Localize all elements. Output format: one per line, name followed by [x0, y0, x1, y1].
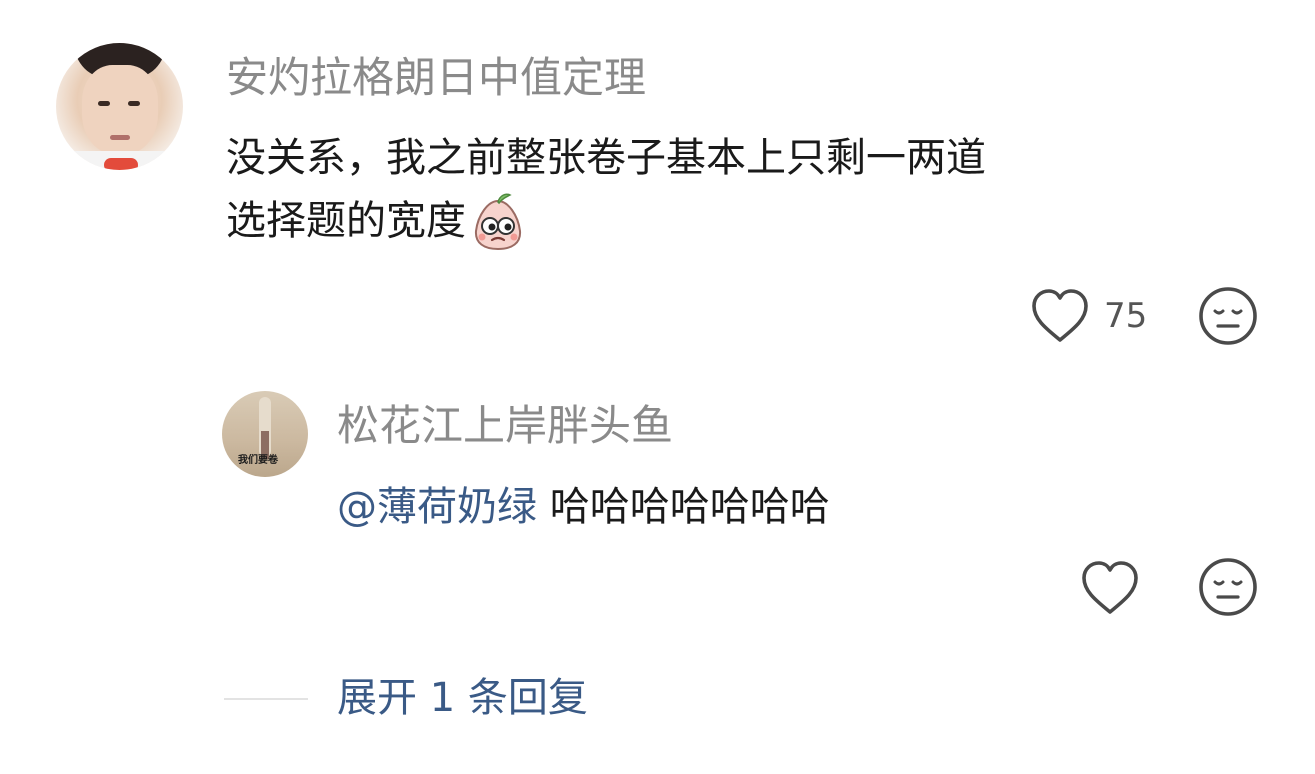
reply-react-button[interactable] — [1198, 557, 1258, 617]
heart-outline-icon — [1080, 560, 1140, 616]
comment-text: 没关系，我之前整张卷子基本上只剩一两道 选择题的宽度 — [226, 127, 1226, 253]
neutral-face-icon — [1198, 557, 1258, 617]
commenter-avatar[interactable] — [56, 43, 183, 170]
comment-text-line2-text: 选择题的宽度 — [226, 198, 466, 244]
reply-mention-link[interactable]: @薄荷奶绿 — [337, 484, 537, 530]
comment-text-line2: 选择题的宽度 — [226, 190, 1226, 253]
reply-username[interactable]: 松花江上岸胖头鱼 — [337, 400, 673, 452]
expand-replies-button[interactable]: 展开 1 条回复 — [337, 673, 588, 723]
heart-outline-icon — [1030, 288, 1090, 344]
neutral-face-icon — [1198, 286, 1258, 346]
reply-like-button[interactable] — [1080, 560, 1140, 616]
like-button[interactable] — [1030, 288, 1090, 344]
commenter-username[interactable]: 安灼拉格朗日中值定理 — [226, 52, 646, 104]
like-count: 75 — [1104, 296, 1148, 336]
reply-text: @薄荷奶绿 哈哈哈哈哈哈哈 — [337, 476, 830, 539]
expand-divider — [224, 698, 308, 700]
react-button[interactable] — [1198, 286, 1258, 346]
reply-body: 哈哈哈哈哈哈哈 — [549, 484, 830, 530]
reply-avatar-caption: 我们要卷 — [238, 455, 278, 466]
reply-avatar[interactable]: 我们要卷 — [222, 391, 308, 477]
peach-face-emoji-icon — [468, 193, 528, 253]
comment-text-line1: 没关系，我之前整张卷子基本上只剩一两道 — [226, 135, 986, 181]
